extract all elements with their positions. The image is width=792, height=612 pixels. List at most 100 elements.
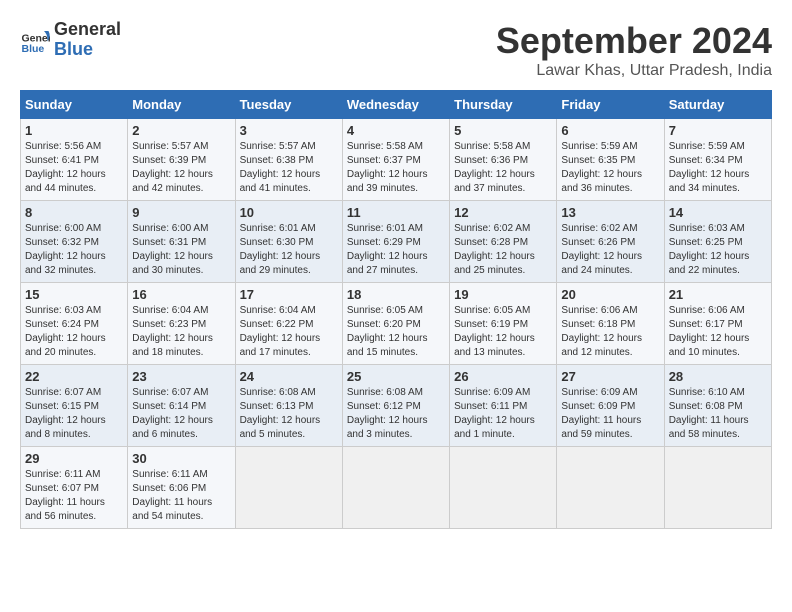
calendar-cell: 11 Sunrise: 6:01 AM Sunset: 6:29 PM Dayli… (342, 201, 449, 283)
calendar: SundayMondayTuesdayWednesdayThursdayFrid… (20, 90, 772, 529)
day-number: 27 (561, 369, 659, 384)
main-title: September 2024 (496, 20, 772, 62)
subtitle: Lawar Khas, Uttar Pradesh, India (496, 62, 772, 80)
day-info: Sunrise: 6:11 AM Sunset: 6:06 PM Dayligh… (132, 468, 230, 524)
day-number: 26 (454, 369, 552, 384)
calendar-cell: 15 Sunrise: 6:03 AM Sunset: 6:24 PM Dayli… (21, 283, 128, 365)
day-number: 12 (454, 205, 552, 220)
day-number: 13 (561, 205, 659, 220)
weekday-header-row: SundayMondayTuesdayWednesdayThursdayFrid… (21, 91, 772, 119)
calendar-cell (664, 447, 771, 529)
calendar-cell: 3 Sunrise: 5:57 AM Sunset: 6:38 PM Daylig… (235, 119, 342, 201)
calendar-week-1: 1Sunrise: 5:56 AM Sunset: 6:41 PM Daylig… (21, 119, 772, 201)
day-info: Sunrise: 6:07 AM Sunset: 6:14 PM Dayligh… (132, 386, 230, 442)
calendar-body: 1Sunrise: 5:56 AM Sunset: 6:41 PM Daylig… (21, 119, 772, 529)
day-number: 18 (347, 287, 445, 302)
logo-text: General Blue (54, 20, 121, 60)
day-number: 19 (454, 287, 552, 302)
calendar-header: SundayMondayTuesdayWednesdayThursdayFrid… (21, 91, 772, 119)
day-info: Sunrise: 6:02 AM Sunset: 6:28 PM Dayligh… (454, 222, 552, 278)
day-info: Sunrise: 6:02 AM Sunset: 6:26 PM Dayligh… (561, 222, 659, 278)
day-number: 23 (132, 369, 230, 384)
calendar-cell: 5 Sunrise: 5:58 AM Sunset: 6:36 PM Daylig… (450, 119, 557, 201)
day-info: Sunrise: 5:59 AM Sunset: 6:34 PM Dayligh… (669, 140, 767, 196)
day-info: Sunrise: 6:03 AM Sunset: 6:25 PM Dayligh… (669, 222, 767, 278)
weekday-header-tuesday: Tuesday (235, 91, 342, 119)
calendar-cell: 19 Sunrise: 6:05 AM Sunset: 6:19 PM Dayli… (450, 283, 557, 365)
calendar-cell: 7 Sunrise: 5:59 AM Sunset: 6:34 PM Daylig… (664, 119, 771, 201)
calendar-cell: 14Sunrise: 6:03 AM Sunset: 6:25 PM Dayli… (664, 201, 771, 283)
day-number: 3 (240, 123, 338, 138)
day-number: 21 (669, 287, 767, 302)
weekday-header-friday: Friday (557, 91, 664, 119)
day-info: Sunrise: 5:56 AM Sunset: 6:41 PM Dayligh… (25, 140, 123, 196)
title-area: September 2024 Lawar Khas, Uttar Pradesh… (496, 20, 772, 80)
calendar-cell: 8 Sunrise: 6:00 AM Sunset: 6:32 PM Daylig… (21, 201, 128, 283)
day-number: 17 (240, 287, 338, 302)
weekday-header-wednesday: Wednesday (342, 91, 449, 119)
day-number: 11 (347, 205, 445, 220)
calendar-cell: 2Sunrise: 5:57 AM Sunset: 6:39 PM Daylig… (128, 119, 235, 201)
calendar-cell: 23 Sunrise: 6:07 AM Sunset: 6:14 PM Dayli… (128, 365, 235, 447)
day-info: Sunrise: 5:57 AM Sunset: 6:38 PM Dayligh… (240, 140, 338, 196)
calendar-cell: 1Sunrise: 5:56 AM Sunset: 6:41 PM Daylig… (21, 119, 128, 201)
day-info: Sunrise: 6:09 AM Sunset: 6:11 PM Dayligh… (454, 386, 552, 442)
day-info: Sunrise: 5:59 AM Sunset: 6:35 PM Dayligh… (561, 140, 659, 196)
weekday-header-monday: Monday (128, 91, 235, 119)
day-info: Sunrise: 6:10 AM Sunset: 6:08 PM Dayligh… (669, 386, 767, 442)
calendar-cell: 18Sunrise: 6:05 AM Sunset: 6:20 PM Dayli… (342, 283, 449, 365)
calendar-cell: 27 Sunrise: 6:09 AM Sunset: 6:09 PM Dayli… (557, 365, 664, 447)
weekday-header-thursday: Thursday (450, 91, 557, 119)
calendar-cell: 9Sunrise: 6:00 AM Sunset: 6:31 PM Daylig… (128, 201, 235, 283)
day-info: Sunrise: 6:09 AM Sunset: 6:09 PM Dayligh… (561, 386, 659, 442)
calendar-week-3: 15 Sunrise: 6:03 AM Sunset: 6:24 PM Dayli… (21, 283, 772, 365)
weekday-header-sunday: Sunday (21, 91, 128, 119)
header: General Blue General Blue September 2024… (20, 20, 772, 80)
calendar-cell: 12 Sunrise: 6:02 AM Sunset: 6:28 PM Dayli… (450, 201, 557, 283)
day-info: Sunrise: 6:11 AM Sunset: 6:07 PM Dayligh… (25, 468, 123, 524)
day-info: Sunrise: 6:05 AM Sunset: 6:19 PM Dayligh… (454, 304, 552, 360)
day-number: 8 (25, 205, 123, 220)
calendar-cell: 26 Sunrise: 6:09 AM Sunset: 6:11 PM Dayli… (450, 365, 557, 447)
day-info: Sunrise: 6:03 AM Sunset: 6:24 PM Dayligh… (25, 304, 123, 360)
calendar-cell: 10 Sunrise: 6:01 AM Sunset: 6:30 PM Dayli… (235, 201, 342, 283)
calendar-cell: 17Sunrise: 6:04 AM Sunset: 6:22 PM Dayli… (235, 283, 342, 365)
calendar-cell: 24 Sunrise: 6:08 AM Sunset: 6:13 PM Dayli… (235, 365, 342, 447)
day-number: 7 (669, 123, 767, 138)
calendar-cell: 30 Sunrise: 6:11 AM Sunset: 6:06 PM Dayli… (128, 447, 235, 529)
day-info: Sunrise: 6:01 AM Sunset: 6:30 PM Dayligh… (240, 222, 338, 278)
day-info: Sunrise: 6:06 AM Sunset: 6:18 PM Dayligh… (561, 304, 659, 360)
day-number: 9 (132, 205, 230, 220)
day-number: 22 (25, 369, 123, 384)
day-info: Sunrise: 5:58 AM Sunset: 6:36 PM Dayligh… (454, 140, 552, 196)
day-info: Sunrise: 6:06 AM Sunset: 6:17 PM Dayligh… (669, 304, 767, 360)
day-number: 24 (240, 369, 338, 384)
day-number: 5 (454, 123, 552, 138)
svg-text:Blue: Blue (22, 43, 45, 55)
logo-icon: General Blue (20, 25, 50, 55)
day-number: 2 (132, 123, 230, 138)
calendar-week-5: 29Sunrise: 6:11 AM Sunset: 6:07 PM Dayli… (21, 447, 772, 529)
calendar-cell: 28Sunrise: 6:10 AM Sunset: 6:08 PM Dayli… (664, 365, 771, 447)
day-info: Sunrise: 6:07 AM Sunset: 6:15 PM Dayligh… (25, 386, 123, 442)
day-info: Sunrise: 6:00 AM Sunset: 6:32 PM Dayligh… (25, 222, 123, 278)
day-number: 6 (561, 123, 659, 138)
day-number: 10 (240, 205, 338, 220)
calendar-cell: 13 Sunrise: 6:02 AM Sunset: 6:26 PM Dayli… (557, 201, 664, 283)
day-info: Sunrise: 6:08 AM Sunset: 6:12 PM Dayligh… (347, 386, 445, 442)
calendar-cell (342, 447, 449, 529)
calendar-cell: 6 Sunrise: 5:59 AM Sunset: 6:35 PM Daylig… (557, 119, 664, 201)
weekday-header-saturday: Saturday (664, 91, 771, 119)
calendar-week-4: 22 Sunrise: 6:07 AM Sunset: 6:15 PM Dayli… (21, 365, 772, 447)
calendar-cell (450, 447, 557, 529)
logo: General Blue General Blue (20, 20, 121, 60)
day-number: 4 (347, 123, 445, 138)
day-info: Sunrise: 6:08 AM Sunset: 6:13 PM Dayligh… (240, 386, 338, 442)
calendar-cell (235, 447, 342, 529)
calendar-cell: 22 Sunrise: 6:07 AM Sunset: 6:15 PM Dayli… (21, 365, 128, 447)
calendar-cell: 21 Sunrise: 6:06 AM Sunset: 6:17 PM Dayli… (664, 283, 771, 365)
day-number: 30 (132, 451, 230, 466)
calendar-cell: 20Sunrise: 6:06 AM Sunset: 6:18 PM Dayli… (557, 283, 664, 365)
day-number: 15 (25, 287, 123, 302)
day-info: Sunrise: 6:01 AM Sunset: 6:29 PM Dayligh… (347, 222, 445, 278)
